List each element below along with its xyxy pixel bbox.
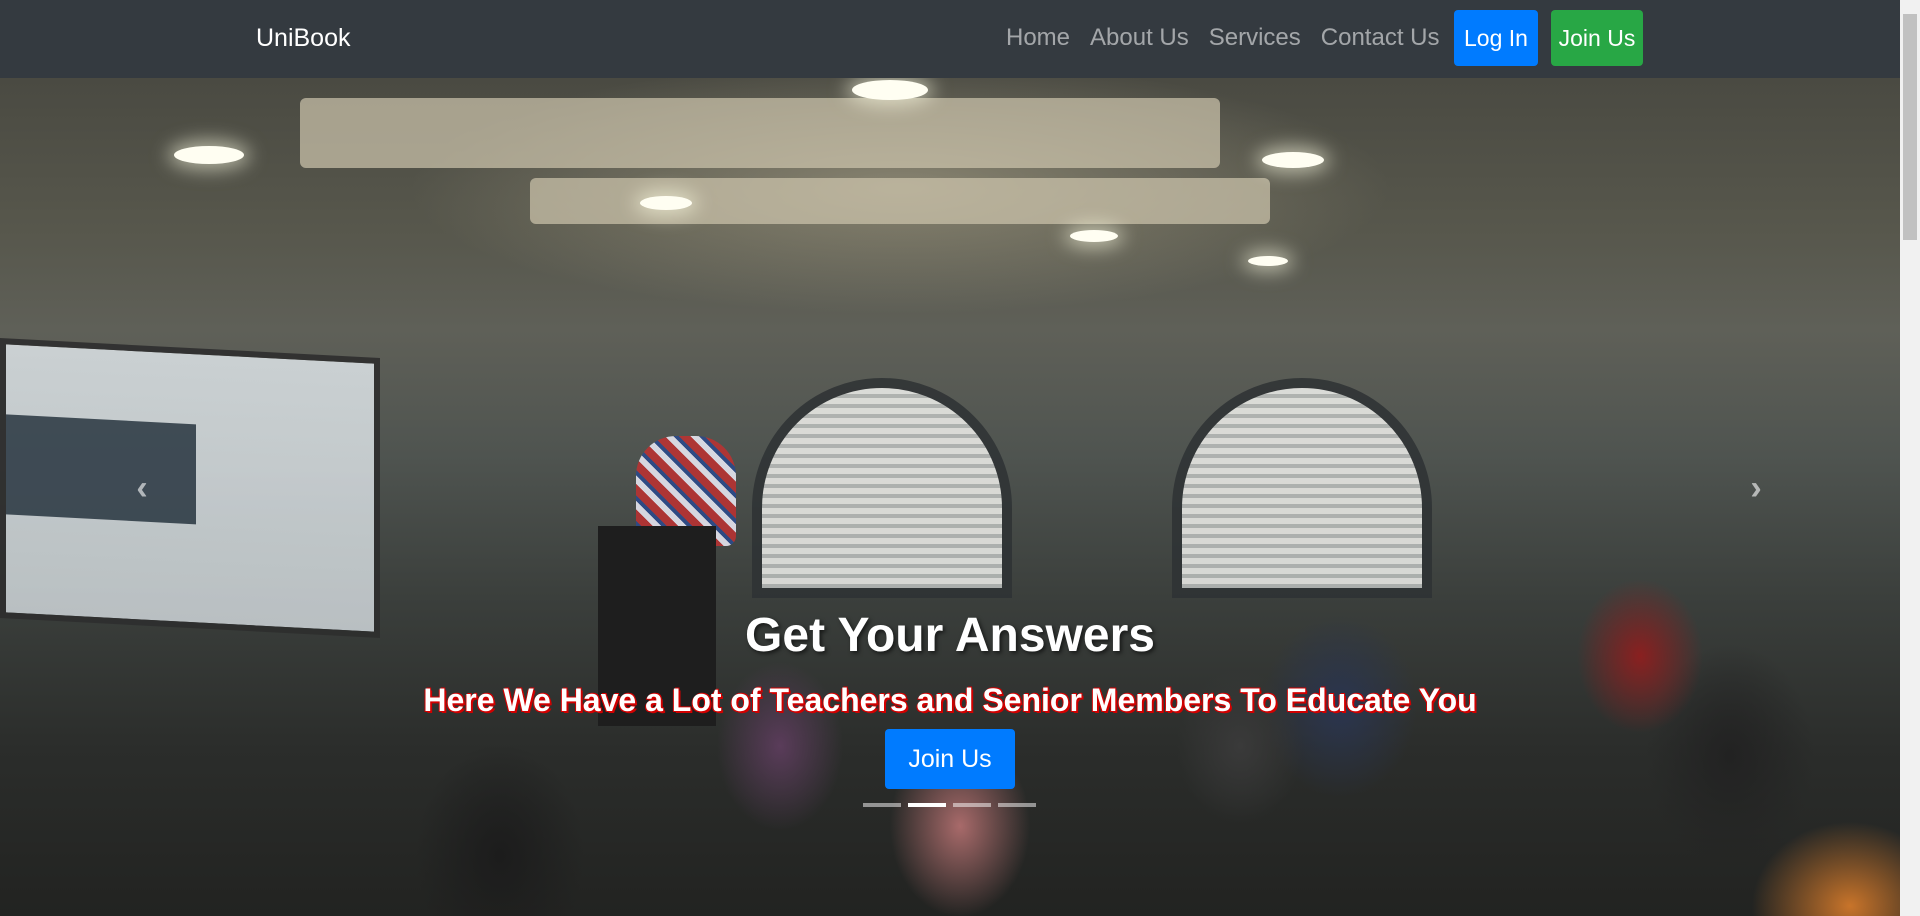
nav-link-home[interactable]: Home <box>1006 24 1080 52</box>
ceiling-light <box>1070 230 1118 242</box>
carousel-prev-icon[interactable]: ‹ <box>122 468 162 508</box>
carousel-indicators <box>863 803 1036 807</box>
ceiling-light <box>1248 256 1288 266</box>
nav-link-contact-us[interactable]: Contact Us <box>1311 24 1450 52</box>
page-scrollbar[interactable] <box>1900 0 1920 916</box>
join-us-hero-button[interactable]: Join Us <box>885 729 1015 789</box>
ceiling-light <box>640 196 692 210</box>
ceiling-light <box>852 80 928 100</box>
hero-subtitle: Here We Have a Lot of Teachers and Senio… <box>423 682 1477 718</box>
carousel-next-icon[interactable]: › <box>1736 468 1776 508</box>
ceiling-light <box>174 146 244 164</box>
audience <box>0 526 1900 916</box>
carousel-indicator-4[interactable] <box>998 803 1036 807</box>
scrollbar-thumb[interactable] <box>1903 14 1917 240</box>
hero-carousel: ‹ › <box>0 78 1900 916</box>
hero-title: Get Your Answers <box>745 609 1155 662</box>
carousel-indicator-1[interactable] <box>863 803 901 807</box>
nav-links: Home About Us Services Contact Us <box>1006 10 1450 66</box>
join-us-nav-button[interactable]: Join Us <box>1551 10 1643 66</box>
ceiling-panel <box>300 98 1220 168</box>
brand-logo[interactable]: UniBook <box>256 24 351 53</box>
nav-link-about-us[interactable]: About Us <box>1080 24 1199 52</box>
screen-image <box>6 414 196 525</box>
carousel-indicator-2[interactable] <box>908 803 946 807</box>
navbar: UniBook Home About Us Services Contact U… <box>0 0 1900 78</box>
login-button[interactable]: Log In <box>1454 10 1538 66</box>
ceiling-light <box>1262 152 1324 168</box>
carousel-indicator-3[interactable] <box>953 803 991 807</box>
nav-link-services[interactable]: Services <box>1199 24 1311 52</box>
